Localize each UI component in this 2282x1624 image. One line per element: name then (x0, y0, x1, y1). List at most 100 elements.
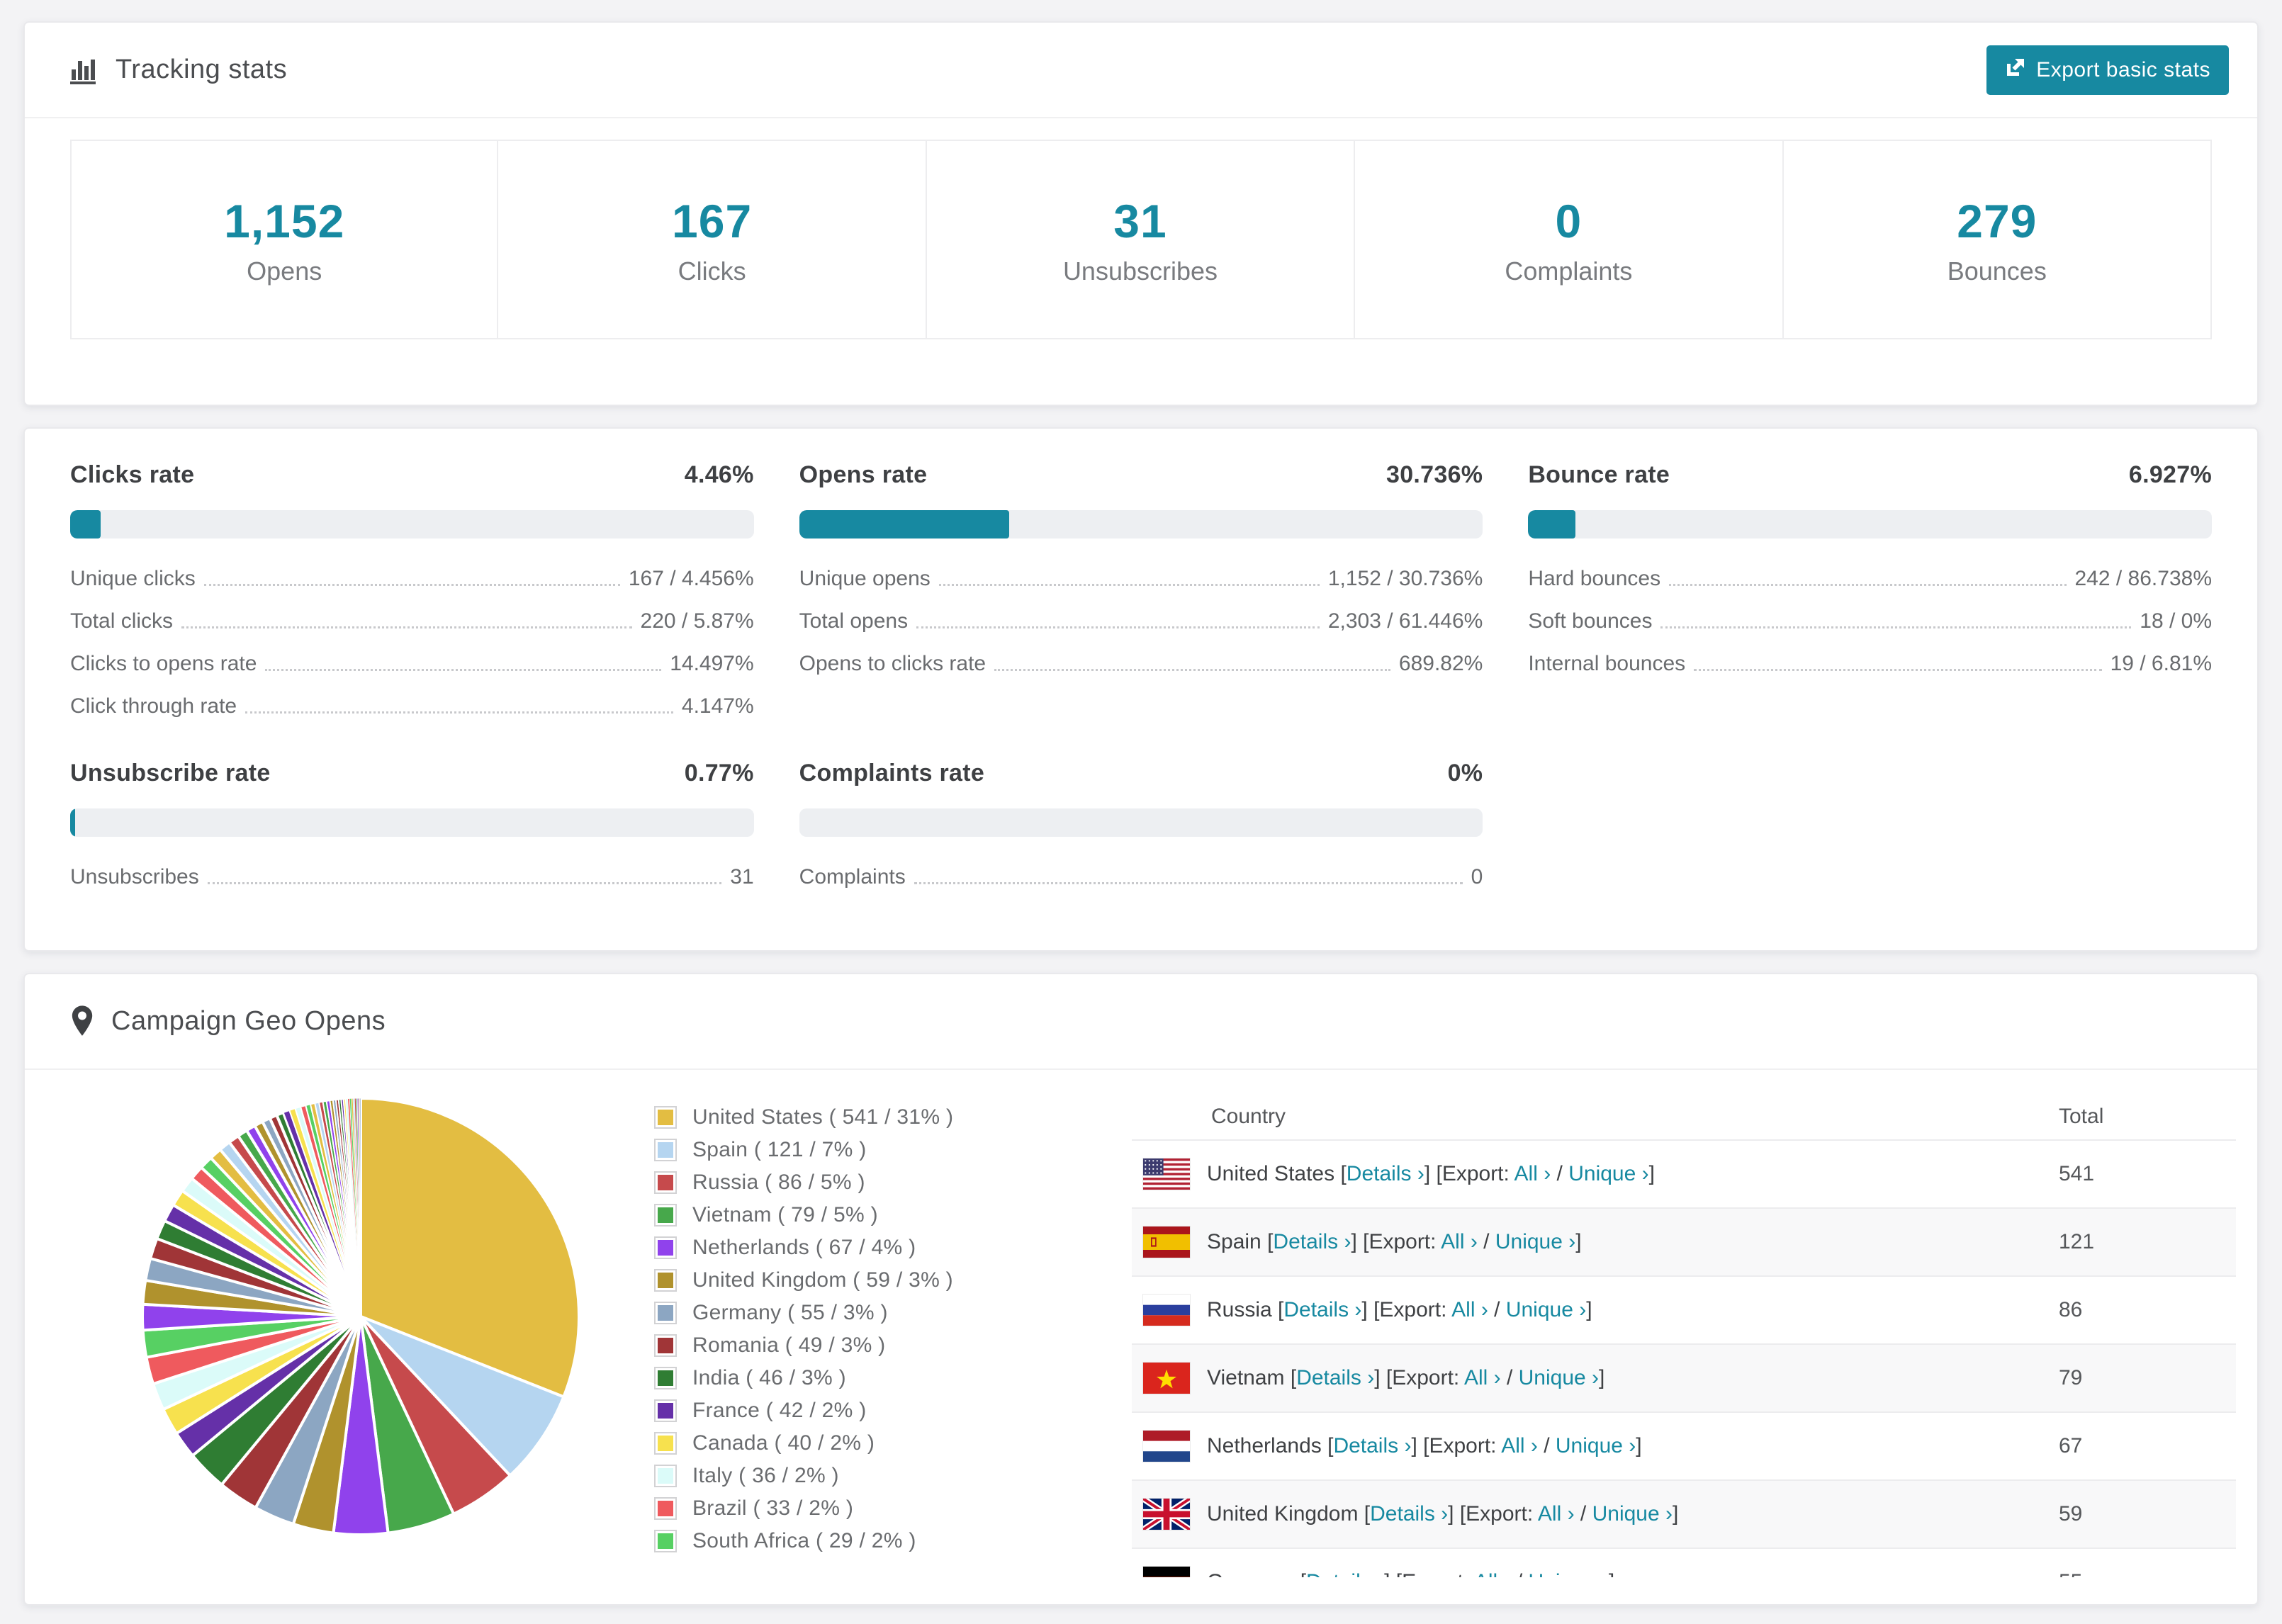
geo-total-cell: 121 (2059, 1230, 2095, 1253)
export-all-link[interactable]: All › (1451, 1298, 1488, 1321)
geo-table-header: Country Total (1132, 1094, 2236, 1139)
dotted-leader (1669, 584, 2067, 586)
rate-progress-fill (1528, 510, 1576, 538)
flag-icon-de (1143, 1567, 1190, 1577)
legend-swatch (654, 1269, 677, 1292)
rate-title: Unsubscribe rate (70, 760, 271, 786)
stat-label: Bounces (1947, 256, 2047, 286)
dotted-leader (1694, 669, 2102, 671)
legend-label: Vietnam ( 79 / 5% ) (692, 1203, 878, 1227)
rates-grid: Clicks rate 4.46% Unique clicks 167 / 4.456… (70, 461, 2212, 889)
dotted-leader (938, 584, 1320, 586)
legend-label: Germany ( 55 / 3% ) (692, 1301, 888, 1324)
rate-detail-value: 1,152 / 30.736% (1327, 567, 1483, 590)
export-unique-link[interactable]: Unique › (1592, 1502, 1673, 1526)
details-link[interactable]: Details › (1283, 1298, 1361, 1321)
geo-total-cell: 67 (2059, 1434, 2083, 1457)
details-link[interactable]: Details › (1370, 1502, 1448, 1526)
rate-title-row: Bounce rate 6.927% (1528, 461, 2212, 489)
rate-detail-row: Opens to clicks rate 689.82% (799, 652, 1483, 676)
export-all-link[interactable]: All › (1514, 1162, 1551, 1185)
export-all-link[interactable]: All › (1441, 1230, 1478, 1253)
export-unique-link[interactable]: Unique › (1495, 1230, 1575, 1253)
export-all-link[interactable]: All › (1501, 1434, 1538, 1457)
geo-pie-legend: United States ( 541 / 31% ) Spain ( 121 /… (654, 1094, 1108, 1562)
geo-total-cell: 59 (2059, 1502, 2083, 1526)
export-all-link[interactable]: All › (1474, 1570, 1511, 1577)
details-link[interactable]: Details › (1306, 1570, 1384, 1577)
geo-total-cell: 541 (2059, 1162, 2095, 1185)
rate-block-clicks-rate: Clicks rate 4.46% Unique clicks 167 / 4.456… (70, 461, 754, 718)
export-unique-link[interactable]: Unique › (1529, 1570, 1609, 1577)
export-all-link[interactable]: All › (1464, 1366, 1501, 1389)
legend-label: United States ( 541 / 31% ) (692, 1105, 954, 1129)
geo-table-row-gb: United Kingdom [Details ›] [Export: All … (1132, 1479, 2236, 1547)
geo-country-cell: Russia [Details ›] [Export: All › / Uniq… (1207, 1298, 1592, 1321)
geo-pie-chart (138, 1094, 583, 1543)
legend-swatch-color (658, 1273, 673, 1288)
details-link[interactable]: Details › (1347, 1162, 1424, 1185)
legend-label: Italy ( 36 / 2% ) (692, 1464, 839, 1487)
rate-block-bounce-rate: Bounce rate 6.927% Hard bounces 242 / 86.73… (1528, 461, 2212, 718)
legend-swatch (654, 1106, 677, 1129)
export-unique-link[interactable]: Unique › (1506, 1298, 1586, 1321)
legend-swatch-color (658, 1338, 673, 1353)
geo-table-row-nl: Netherlands [Details ›] [Export: All › /… (1132, 1411, 2236, 1479)
legend-swatch (654, 1236, 677, 1259)
geo-table-row-ru: Russia [Details ›] [Export: All › / Uniq… (1132, 1275, 2236, 1343)
legend-swatch-color (658, 1110, 673, 1125)
legend-item: United Kingdom ( 59 / 3% ) (654, 1268, 1108, 1292)
export-all-link[interactable]: All › (1538, 1502, 1575, 1526)
legend-swatch-color (658, 1175, 673, 1190)
stat-label: Clicks (678, 256, 746, 286)
rate-title: Bounce rate (1528, 461, 1670, 488)
rate-detail-value: 242 / 86.738% (2074, 567, 2213, 590)
export-unique-link[interactable]: Unique › (1556, 1434, 1636, 1457)
export-unique-link[interactable]: Unique › (1519, 1366, 1599, 1389)
tracking-stats-title-text: Tracking stats (116, 55, 288, 84)
dotted-leader (914, 882, 1463, 884)
flag-icon-gb (1143, 1499, 1190, 1530)
details-link[interactable]: Details › (1273, 1230, 1351, 1253)
geo-country-cell: Netherlands [Details ›] [Export: All › /… (1207, 1434, 1642, 1457)
legend-swatch (654, 1367, 677, 1389)
rate-detail-row: Total opens 2,303 / 61.446% (799, 609, 1483, 633)
geo-country-cell: Vietnam [Details ›] [Export: All › / Uni… (1207, 1366, 1605, 1389)
export-unique-link[interactable]: Unique › (1568, 1162, 1648, 1185)
legend-swatch (654, 1204, 677, 1227)
rate-detail-label: Clicks to opens rate (70, 652, 257, 675)
dotted-leader (245, 711, 673, 714)
rate-detail-row: Clicks to opens rate 14.497% (70, 652, 754, 676)
stat-value: 0 (1555, 195, 1583, 247)
legend-swatch-color (658, 1468, 673, 1484)
rate-detail-row: Total clicks 220 / 5.87% (70, 609, 754, 633)
details-link[interactable]: Details › (1296, 1366, 1374, 1389)
geo-table-header-total: Total (2059, 1105, 2104, 1128)
stat-card-complaints: 0 Complaints (1355, 140, 1784, 339)
bar-chart-icon (70, 55, 99, 85)
legend-swatch (654, 1399, 677, 1422)
rate-title-row: Opens rate 30.736% (799, 461, 1483, 489)
campaign-geo-opens-panel: Campaign Geo Opens United States ( 541 /… (23, 973, 2259, 1606)
export-basic-stats-button[interactable]: Export basic stats (1986, 45, 2229, 95)
rate-progress-bar (70, 510, 754, 538)
legend-swatch-color (658, 1305, 673, 1321)
legend-item: France ( 42 / 2% ) (654, 1399, 1108, 1423)
rate-detail-value: 167 / 4.456% (628, 567, 754, 590)
dotted-leader (916, 626, 1320, 628)
stat-card-opens: 1,152 Opens (70, 140, 499, 339)
flag-icon-us (1143, 1158, 1190, 1190)
export-basic-stats-label: Export basic stats (2036, 57, 2210, 81)
rate-detail-row: Unsubscribes 31 (70, 865, 754, 889)
geo-country-table: Country Total United States [Details ›] [E… (1132, 1094, 2236, 1577)
flag-icon-ru (1143, 1295, 1190, 1326)
rates-panel: Clicks rate 4.46% Unique clicks 167 / 4.456… (23, 427, 2259, 952)
rate-value: 30.736% (1386, 461, 1483, 488)
legend-swatch-color (658, 1240, 673, 1256)
details-link[interactable]: Details › (1333, 1434, 1411, 1457)
geo-country-cell: Germany [Details ›] [Export: All › / Uni… (1207, 1570, 2059, 1577)
rate-detail-value: 2,303 / 61.446% (1327, 609, 1483, 633)
dotted-leader (265, 669, 662, 671)
rate-detail-label: Unique opens (799, 567, 931, 590)
rate-detail-label: Complaints (799, 865, 906, 889)
